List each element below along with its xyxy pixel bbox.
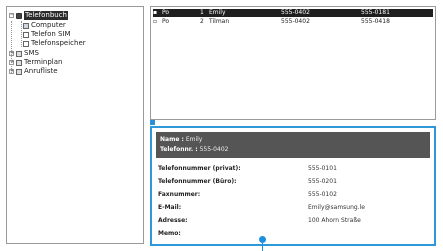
collapse-icon[interactable]: − <box>9 13 14 18</box>
resize-handle-line <box>262 243 263 251</box>
phone-value: 555-0402 <box>199 146 229 153</box>
pc-icon <box>23 22 29 29</box>
field-label: Telefonnummer (privat): <box>158 165 241 172</box>
field-label: Telefonnummer (Büro): <box>158 178 237 185</box>
tree-item-label: Anrufliste <box>24 67 58 75</box>
contact-detail-panel: Name : Emily Telefonnr. : 555-0402 Telef… <box>150 126 436 246</box>
tree-item-label: Telefonspeicher <box>31 39 86 47</box>
list-cell: 2 <box>200 18 204 25</box>
field-address: Adresse: 100 Ahorn Straße <box>158 216 361 226</box>
tree-connector <box>21 21 22 47</box>
tree-item-sms[interactable]: + SMS <box>9 49 39 58</box>
tree-item-label: SMS <box>24 49 39 57</box>
sim-icon <box>23 31 29 38</box>
list-cell: 555-0418 <box>361 18 390 25</box>
phonebook-icon <box>16 12 22 19</box>
name-value: Emily <box>185 136 203 143</box>
field-value: 555-0101 <box>308 165 337 172</box>
pane-splitter-handle[interactable] <box>150 120 155 125</box>
field-memo: Memo: <box>158 229 308 239</box>
field-value: 555-0201 <box>308 178 337 185</box>
tree-item-label: Telefonbuch <box>24 11 68 20</box>
phonebook-window: − Telefonbuch Computer Telefon SIM Telef… <box>0 0 443 251</box>
detail-phone-line: Telefonnr. : 555-0402 <box>160 145 228 154</box>
list-cell: 555-0402 <box>281 18 310 25</box>
field-value: 100 Ahorn Straße <box>308 217 361 224</box>
field-label: Faxnummer: <box>158 191 201 198</box>
list-row[interactable]: ▫ Po 2 Tilman 555-0402 555-0418 <box>153 18 433 26</box>
list-cell: 555-0402 <box>281 9 310 16</box>
call-log-icon <box>16 68 22 75</box>
tree-item-sim[interactable]: Telefon SIM <box>23 30 71 39</box>
detail-header: Name : Emily Telefonnr. : 555-0402 <box>156 132 430 158</box>
list-cell: Tilman <box>209 18 230 25</box>
field-value: 555-0102 <box>308 191 337 198</box>
list-cell: 1 <box>200 9 204 16</box>
contact-list[interactable]: ▪ Po 1 Emily 555-0402 555-0181 ▫ Po 2 Ti… <box>150 6 436 120</box>
tree-item-label: Telefon SIM <box>31 30 71 38</box>
list-cell: Po <box>162 18 170 25</box>
field-home-phone: Telefonnummer (privat): 555-0101 <box>158 164 337 174</box>
tree-item-label: Terminplan <box>24 58 63 66</box>
contact-icon: ▫ <box>153 18 158 25</box>
field-email: E-Mail: Emily@samsung.le <box>158 203 365 213</box>
list-cell: 555-0181 <box>361 9 390 16</box>
sms-icon <box>16 50 22 57</box>
field-fax: Faxnummer: 555-0102 <box>158 190 337 200</box>
tree-item-computer[interactable]: Computer <box>23 21 66 30</box>
name-label: Name : <box>160 136 184 143</box>
field-value[interactable]: Emily@samsung.le <box>308 204 365 211</box>
tree-item-memory[interactable]: Telefonspeicher <box>23 39 86 48</box>
calendar-icon <box>16 59 22 66</box>
list-row[interactable]: ▪ Po 1 Emily 555-0402 555-0181 <box>153 9 433 17</box>
tree-item-phonebook[interactable]: − Telefonbuch <box>9 11 68 20</box>
field-label: E-Mail: <box>158 204 182 211</box>
tree-item-label: Computer <box>31 21 66 29</box>
tree-item-calllog[interactable]: + Anrufliste <box>9 67 58 76</box>
field-label: Adresse: <box>158 217 188 224</box>
memory-icon <box>23 40 29 47</box>
field-label: Memo: <box>158 230 181 237</box>
folder-tree[interactable]: − Telefonbuch Computer Telefon SIM Telef… <box>6 6 144 244</box>
list-cell: Emily <box>209 9 226 16</box>
phone-label: Telefonnr. : <box>160 146 198 153</box>
expand-icon[interactable]: + <box>9 51 14 56</box>
resize-handle-icon[interactable] <box>259 236 266 243</box>
contact-icon: ▪ <box>153 9 158 16</box>
expand-icon[interactable]: + <box>9 69 14 74</box>
field-office-phone: Telefonnummer (Büro): 555-0201 <box>158 177 337 187</box>
list-cell: Po <box>162 9 170 16</box>
expand-icon[interactable]: + <box>9 60 14 65</box>
tree-item-schedule[interactable]: + Terminplan <box>9 58 62 67</box>
detail-name-line: Name : Emily <box>160 135 202 144</box>
